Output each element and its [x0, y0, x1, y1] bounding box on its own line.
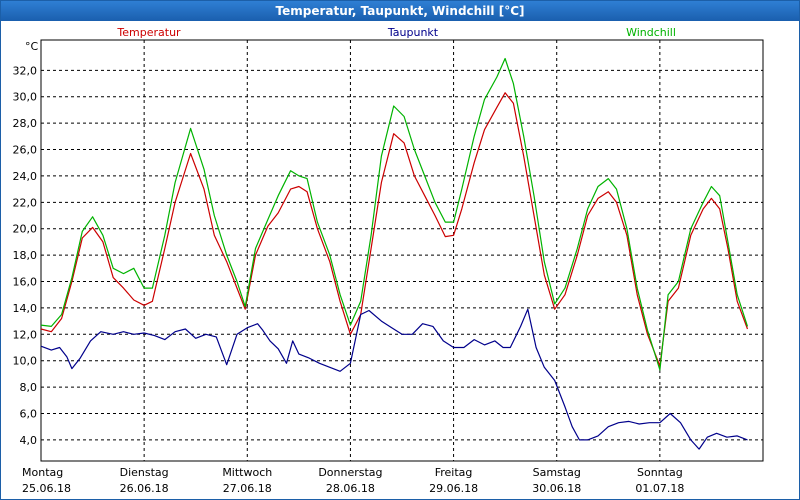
y-tick-label: 32,0 — [13, 64, 38, 77]
y-tick-label: 10,0 — [13, 355, 38, 368]
plot-area-border — [40, 39, 764, 462]
x-axis-tick-labels: Montag 25.06.18 Dienstag 26.06.18 Mittwoch 27… — [22, 466, 684, 495]
y-tick-label: 18,0 — [13, 249, 38, 262]
y-tick-label: 8,0 — [20, 381, 38, 394]
legend-entry-taupunkt: Taupunkt — [387, 26, 439, 39]
x-tick-date-label: 27.06.18 — [223, 482, 272, 495]
x-tick-day-label: Donnerstag — [318, 466, 382, 479]
y-tick-label: 14,0 — [13, 302, 38, 315]
x-tick-date-label: 25.06.18 — [22, 482, 71, 495]
chart-window: Temperatur, Taupunkt, Windchill [°C] 4,0… — [0, 0, 800, 500]
series-line-windchill — [40, 57, 749, 371]
y-tick-label: 28,0 — [13, 117, 38, 130]
legend-entry-windchill: Windchill — [626, 26, 676, 39]
x-tick-day-label: Montag — [22, 466, 63, 479]
window-title: Temperatur, Taupunkt, Windchill [°C] — [1, 1, 799, 21]
y-tick-label: 12,0 — [13, 328, 38, 341]
series-line-temperatur — [40, 92, 749, 367]
x-tick-day-label: Sonntag — [637, 466, 683, 479]
x-tick-date-label: 29.06.18 — [429, 482, 478, 495]
series-line-taupunkt — [40, 308, 748, 450]
chart-legend: Temperatur Taupunkt Windchill — [116, 26, 676, 39]
x-tick-day-label: Samstag — [533, 466, 581, 479]
y-tick-label: 26,0 — [13, 144, 38, 157]
x-tick-day-label: Mittwoch — [222, 466, 272, 479]
line-chart: 4,0 6,0 8,0 10,0 12,0 14,0 16,0 18,0 20,0 22,0 24,… — [13, 26, 764, 495]
series-lines — [40, 57, 749, 450]
y-tick-label: 24,0 — [13, 170, 38, 183]
y-axis-tick-labels: 4,0 6,0 8,0 10,0 12,0 14,0 16,0 18,0 20,0 22,0 24,… — [13, 64, 38, 447]
y-tick-label: 20,0 — [13, 223, 38, 236]
y-tick-label: 16,0 — [13, 276, 38, 289]
x-tick-day-label: Freitag — [435, 466, 473, 479]
x-tick-day-label: Dienstag — [120, 466, 169, 479]
y-tick-label: 30,0 — [13, 91, 38, 104]
x-tick-date-label: 01.07.18 — [635, 482, 684, 495]
legend-entry-temperatur: Temperatur — [116, 26, 181, 39]
y-tick-label: 6,0 — [20, 407, 38, 420]
chart-grid — [41, 40, 763, 461]
x-tick-date-label: 26.06.18 — [120, 482, 169, 495]
y-axis-unit-label: °C — [25, 40, 39, 53]
x-tick-date-label: 28.06.18 — [326, 482, 375, 495]
y-tick-label: 4,0 — [20, 434, 38, 447]
x-tick-date-label: 30.06.18 — [532, 482, 581, 495]
y-tick-label: 22,0 — [13, 196, 38, 209]
